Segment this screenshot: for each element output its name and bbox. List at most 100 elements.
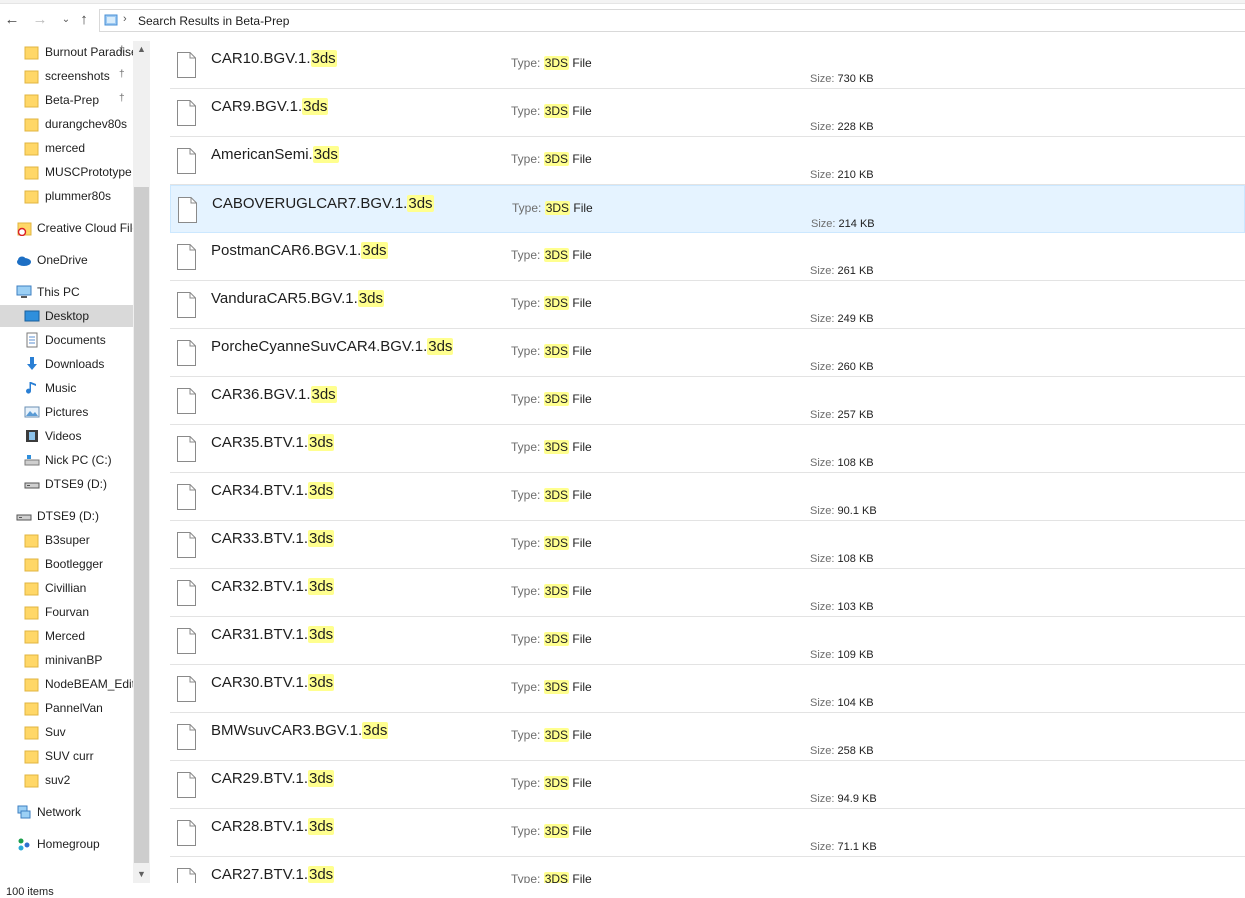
nav-pc-videos[interactable]: Videos [0,425,133,447]
type-label: Type: [512,201,545,215]
nav-drive-folder-fourvan[interactable]: Fourvan [0,601,133,623]
nav-drive-folder-civillian[interactable]: Civillian [0,577,133,599]
file-name[interactable]: CAR28.BTV.1.3ds [211,818,335,835]
file-name[interactable]: CAR29.BTV.1.3ds [211,770,335,787]
folder-icon [24,44,40,60]
nav-drive-folder-pannelvan[interactable]: PannelVan [0,697,133,719]
address-path[interactable]: Search Results in Beta-Prep [138,14,289,28]
nav-quick-access-durangchev80s[interactable]: durangchev80s [0,113,133,135]
file-icon [177,148,196,174]
file-name[interactable]: VanduraCAR5.BGV.1.3ds [211,290,384,307]
scroll-down-arrow-icon[interactable]: ▼ [133,866,150,883]
file-size: Size: 104 KB [810,697,874,709]
nav-this-pc[interactable]: This PC [0,281,133,303]
address-field[interactable]: › Search Results in Beta-Prep [99,9,1245,32]
nav-drive-folder-bootlegger[interactable]: Bootlegger [0,553,133,575]
file-name[interactable]: PostmanCAR6.BGV.1.3ds [211,242,388,259]
scroll-up-arrow-icon[interactable]: ▲ [133,41,150,58]
nav-drive-folder-b3super[interactable]: B3super [0,529,133,551]
file-name[interactable]: CAR30.BTV.1.3ds [211,674,335,691]
file-row[interactable]: CAR30.BTV.1.3ds Type: 3DS File Size: 104 K… [170,665,1245,713]
size-label: Size: [810,361,835,373]
folder-icon-glyph [24,142,39,156]
nav-quick-access-screenshots[interactable]: screenshots † [0,65,133,87]
file-row[interactable]: PostmanCAR6.BGV.1.3ds Type: 3DS File Size:… [170,233,1245,281]
nav-drive-d[interactable]: DTSE9 (D:) [0,505,133,527]
nav-quick-access-muscprototype[interactable]: MUSCPrototype [0,161,133,183]
file-row[interactable]: CAR29.BTV.1.3ds Type: 3DS File Size: 94.9 … [170,761,1245,809]
file-name-match-highlight: 3ds [308,866,335,883]
file-row[interactable]: CAR31.BTV.1.3ds Type: 3DS File Size: 109 K… [170,617,1245,665]
nav-pc-music[interactable]: Music [0,377,133,399]
file-icon [177,868,196,883]
type-value: File [569,296,592,310]
file-name[interactable]: CAR35.BTV.1.3ds [211,434,335,451]
size-label: Size: [810,793,835,805]
recent-locations-button[interactable]: ⌄ [56,10,76,30]
nav-creative-cloud[interactable]: Creative Cloud Files [0,217,133,239]
file-row[interactable]: CAR28.BTV.1.3ds Type: 3DS File Size: 71.1 … [170,809,1245,857]
file-row[interactable]: CAR9.BGV.1.3ds Type: 3DS File Size: 228 KB [170,89,1245,137]
size-label: Size: [810,409,835,421]
file-name[interactable]: BMWsuvCAR3.BGV.1.3ds [211,722,389,739]
nav-pc-downloads[interactable]: Downloads [0,353,133,375]
file-name[interactable]: CAR27.BTV.1.3ds [211,866,335,883]
file-row[interactable]: BMWsuvCAR3.BGV.1.3ds Type: 3DS File Size: … [170,713,1245,761]
file-row[interactable]: CAR33.BTV.1.3ds Type: 3DS File Size: 108 K… [170,521,1245,569]
nav-quick-access-burnout-paradise[interactable]: Burnout Paradise † [0,41,133,63]
file-name-stem: PostmanCAR6.BGV.1. [211,242,362,259]
file-name[interactable]: CAR10.BGV.1.3ds [211,50,337,67]
nav-pc-nick-pc-c-[interactable]: Nick PC (C:) [0,449,133,471]
size-value: 94.9 KB [837,793,877,805]
back-button[interactable]: ← [2,10,22,30]
up-button[interactable]: ↑ [74,10,94,30]
file-name-stem: CAR33.BTV.1. [211,530,308,547]
file-name[interactable]: AmericanSemi.3ds [211,146,339,163]
file-name[interactable]: PorcheCyanneSuvCAR4.BGV.1.3ds [211,338,454,355]
nav-drive-folder-minivanbp[interactable]: minivanBP [0,649,133,671]
folder-icon [24,556,40,572]
scroll-thumb[interactable] [134,187,149,863]
forward-button[interactable]: → [30,10,50,30]
file-row[interactable]: CAR32.BTV.1.3ds Type: 3DS File Size: 103 K… [170,569,1245,617]
nav-pc-desktop[interactable]: Desktop [0,305,133,327]
type-match-highlight: 3DS [543,104,570,118]
file-row[interactable]: CAR35.BTV.1.3ds Type: 3DS File Size: 108 K… [170,425,1245,473]
nav-onedrive[interactable]: OneDrive [0,249,133,271]
folder-icon [24,652,40,668]
address-separator-icon[interactable]: › [123,13,127,25]
file-name[interactable]: CAR31.BTV.1.3ds [211,626,335,643]
nav-scrollbar[interactable]: ▲ ▼ [133,41,150,883]
nav-network[interactable]: Network [0,801,133,823]
nav-quick-access-plummer80s[interactable]: plummer80s [0,185,133,207]
nav-drive-folder-suv[interactable]: Suv [0,721,133,743]
file-name[interactable]: CAR33.BTV.1.3ds [211,530,335,547]
file-row[interactable]: CAR10.BGV.1.3ds Type: 3DS File Size: 730 K… [170,41,1245,89]
type-value: File [569,488,592,502]
nav-drive-folder-suv2[interactable]: suv2 [0,769,133,791]
file-row[interactable]: PorcheCyanneSuvCAR4.BGV.1.3ds Type: 3DS F… [170,329,1245,377]
file-name[interactable]: CAR32.BTV.1.3ds [211,578,335,595]
file-name[interactable]: CAR9.BGV.1.3ds [211,98,329,115]
file-row[interactable]: CABOVERUGLCAR7.BGV.1.3ds Type: 3DS File Si… [170,185,1245,233]
file-name[interactable]: CABOVERUGLCAR7.BGV.1.3ds [212,195,434,212]
file-row[interactable]: CAR36.BGV.1.3ds Type: 3DS File Size: 257 K… [170,377,1245,425]
file-name-stem: CAR30.BTV.1. [211,674,308,691]
nav-quick-access-beta-prep[interactable]: Beta-Prep † [0,89,133,111]
file-row[interactable]: CAR34.BTV.1.3ds Type: 3DS File Size: 90.1 … [170,473,1245,521]
file-row[interactable]: CAR27.BTV.1.3ds Type: 3DS File [170,857,1245,883]
folder-icon-glyph [24,654,39,668]
nav-pc-documents[interactable]: Documents [0,329,133,351]
nav-quick-access-merced[interactable]: merced [0,137,133,159]
nav-item-label: Videos [45,429,82,443]
file-name[interactable]: CAR36.BGV.1.3ds [211,386,337,403]
file-row[interactable]: VanduraCAR5.BGV.1.3ds Type: 3DS File Size:… [170,281,1245,329]
nav-pc-dtse9-d-[interactable]: DTSE9 (D:) [0,473,133,495]
nav-drive-folder-nodebeam-editor[interactable]: NodeBEAM_Editor [0,673,133,695]
file-row[interactable]: AmericanSemi.3ds Type: 3DS File Size: 210 … [170,137,1245,185]
nav-drive-folder-merced[interactable]: Merced [0,625,133,647]
nav-homegroup[interactable]: Homegroup [0,833,133,855]
nav-drive-folder-suv-curr[interactable]: SUV curr [0,745,133,767]
file-name[interactable]: CAR34.BTV.1.3ds [211,482,335,499]
nav-pc-pictures[interactable]: Pictures [0,401,133,423]
